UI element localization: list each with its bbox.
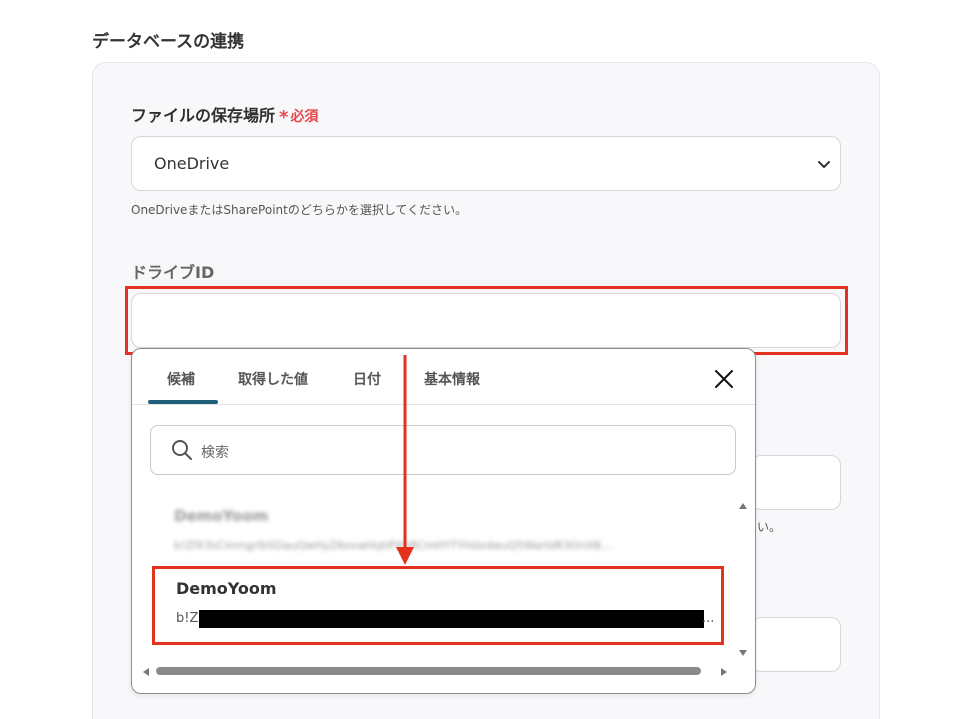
- file-location-select[interactable]: OneDrive: [131, 136, 841, 191]
- tab-basic-info[interactable]: 基本情報: [424, 369, 480, 389]
- scroll-right-icon[interactable]: [720, 667, 728, 677]
- active-tab-indicator: [148, 400, 218, 404]
- list-item-title: DemoYoom: [174, 507, 269, 525]
- required-indicator: * 必須: [279, 107, 319, 128]
- section-title: データベースの連携: [92, 32, 245, 52]
- tab-acquired-values[interactable]: 取得した値: [238, 369, 308, 389]
- list-item-subtitle: b!ZfX3sCmmgrIbSDauQwHyZ6evwHqhPXbRCmHYTY…: [174, 539, 612, 552]
- drive-id-label: ドライブID: [131, 263, 215, 282]
- drive-id-highlight: [125, 286, 848, 355]
- horizontal-scrollbar[interactable]: [156, 667, 701, 675]
- close-icon[interactable]: [712, 367, 736, 391]
- tab-bar: 候補 取得した値 日付 基本情報: [132, 349, 755, 405]
- file-location-label-text: ファイルの保存場所: [131, 106, 276, 125]
- chevron-down-icon: [818, 161, 830, 168]
- search-box[interactable]: 検索: [150, 425, 736, 475]
- tab-date[interactable]: 日付: [353, 369, 381, 389]
- background-help: い。: [757, 520, 782, 534]
- required-star: *: [279, 107, 289, 128]
- background-input-1[interactable]: [751, 455, 841, 510]
- search-icon: [172, 440, 192, 460]
- scroll-down-icon[interactable]: [738, 649, 748, 657]
- search-input[interactable]: 検索: [201, 442, 229, 462]
- background-input-2[interactable]: [751, 617, 841, 672]
- file-location-label: ファイルの保存場所 * 必須: [131, 102, 318, 128]
- required-text: 必須: [290, 109, 319, 125]
- scroll-left-icon[interactable]: [142, 667, 150, 677]
- file-location-help: OneDriveまたはSharePointのどちらかを選択してください。: [131, 203, 468, 217]
- tab-candidates[interactable]: 候補: [167, 369, 195, 389]
- scroll-up-icon[interactable]: [738, 502, 748, 510]
- selected-item-highlight: [152, 566, 724, 645]
- file-location-value: OneDrive: [154, 154, 230, 173]
